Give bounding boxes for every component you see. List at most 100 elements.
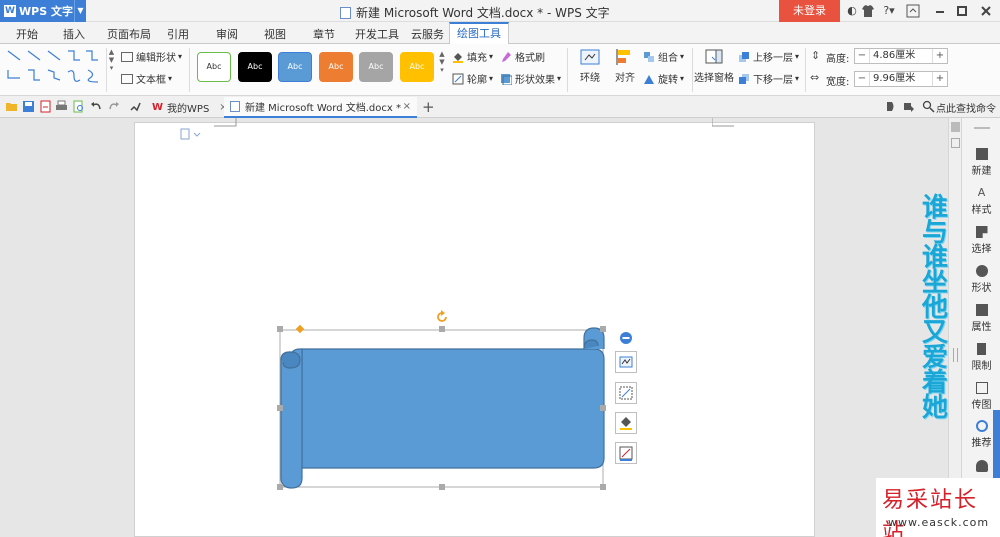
outline-button[interactable]: 轮廓 ▾	[452, 71, 493, 86]
rotate-button[interactable]: 旋转 ▾	[643, 71, 684, 86]
scroll-thumb[interactable]	[951, 138, 960, 148]
layout-options-button[interactable]	[615, 351, 637, 373]
restore-ribbon-icon[interactable]	[905, 3, 921, 19]
width-increase-button[interactable]: +	[933, 72, 947, 86]
fill-button[interactable]: 填充 ▾	[452, 49, 493, 64]
format-brush-button[interactable]: 格式刷	[500, 49, 545, 64]
shirt-icon[interactable]	[860, 3, 876, 19]
edit-shape-button[interactable]: 编辑形状 ▾	[121, 49, 182, 64]
shape-style-swatch[interactable]: Abc	[319, 52, 353, 82]
align-button[interactable]: 对齐	[610, 48, 640, 84]
edit-shape-float-button[interactable]	[615, 382, 637, 404]
style-gallery-scroll[interactable]: ▲ ▼ ▾	[438, 50, 446, 84]
width-decrease-button[interactable]: −	[855, 72, 869, 86]
side-item-properties[interactable]: 属性	[962, 304, 1000, 333]
textbox-button[interactable]: 文本框 ▾	[121, 71, 172, 86]
side-item-restrict[interactable]: 限制	[962, 343, 1000, 372]
line-shapes-icon	[7, 50, 99, 83]
save-icon[interactable]	[22, 100, 35, 113]
tab-review[interactable]: 审阅	[216, 26, 238, 42]
resize-handle[interactable]	[600, 484, 606, 490]
outline-label: 轮廓	[467, 75, 487, 86]
line-shapes-gallery[interactable]	[6, 48, 104, 88]
print-icon[interactable]	[55, 100, 68, 113]
resize-handle[interactable]	[277, 326, 283, 332]
resize-handle[interactable]	[277, 405, 283, 411]
group-button[interactable]: 组合 ▾	[643, 49, 684, 64]
resize-handle[interactable]	[600, 405, 606, 411]
tab-drawing-tools[interactable]: 绘图工具	[449, 22, 509, 45]
find-command-input[interactable]: 点此查找命令	[936, 100, 996, 115]
collapse-icon[interactable]	[619, 331, 633, 345]
close-icon[interactable]: ×	[403, 101, 411, 112]
resize-handle[interactable]	[439, 484, 445, 490]
minimize-icon[interactable]	[932, 3, 948, 19]
width-stepper[interactable]: − 9.96厘米 +	[854, 71, 948, 87]
side-item-new[interactable]: 新建	[962, 148, 1000, 177]
doc-mode-icon[interactable]	[884, 100, 897, 113]
page-corner-mark	[214, 118, 237, 127]
help-button[interactable]: ?▾	[879, 3, 899, 19]
search-icon[interactable]	[922, 100, 935, 113]
fill-float-button[interactable]	[615, 412, 637, 434]
swatch-label: Abc	[247, 62, 263, 71]
undo-icon[interactable]	[90, 100, 103, 113]
pin-icon[interactable]	[128, 100, 141, 113]
new-tab-button[interactable]: +	[422, 98, 435, 116]
tab-references[interactable]: 引用	[167, 26, 189, 42]
scroll-up-button[interactable]	[951, 122, 960, 132]
bring-forward-button[interactable]: 上移一层 ▾	[738, 49, 799, 64]
gallery-scroll[interactable]: ▲ ▼ ▾	[106, 48, 116, 92]
resize-handle[interactable]	[439, 326, 445, 332]
maximize-icon[interactable]	[954, 3, 970, 19]
chevron-down-icon[interactable]: ▼	[74, 0, 86, 22]
doc-tab-document[interactable]: 新建 Microsoft Word 文档.docx * ×	[224, 97, 417, 118]
side-panel-collapse[interactable]	[962, 124, 1000, 132]
wrap-button[interactable]: 环绕	[575, 48, 605, 84]
redo-icon[interactable]	[107, 100, 120, 113]
side-item-upload-image[interactable]: 传图	[962, 382, 1000, 411]
shape-style-swatch[interactable]: Abc	[197, 52, 231, 82]
rotate-handle-icon[interactable]	[435, 310, 449, 324]
height-stepper[interactable]: − 4.86厘米 +	[854, 48, 948, 64]
tab-page-layout[interactable]: 页面布局	[107, 26, 151, 42]
doc-tab-my-wps[interactable]: W 我的WPS ×	[146, 97, 234, 118]
resize-handle[interactable]	[277, 484, 283, 490]
tab-developer[interactable]: 开发工具	[355, 26, 399, 42]
height-decrease-button[interactable]: −	[855, 49, 869, 63]
scroll-shape[interactable]	[276, 310, 612, 494]
shape-style-swatch[interactable]: Abc	[278, 52, 312, 82]
tab-section[interactable]: 章节	[313, 26, 335, 42]
export-pdf-icon[interactable]	[39, 100, 52, 113]
side-item-shapes[interactable]: 形状	[962, 265, 1000, 294]
side-item-select[interactable]: 选择	[962, 226, 1000, 255]
print-preview-icon[interactable]	[72, 100, 85, 113]
shape-style-swatch[interactable]: Abc	[400, 52, 434, 82]
side-panel-expand-tab[interactable]	[993, 410, 1000, 482]
shape-style-swatch[interactable]: Abc	[359, 52, 393, 82]
tab-view[interactable]: 视图	[264, 26, 286, 42]
skin-icon[interactable]: ◐	[844, 3, 860, 19]
scroll-grip[interactable]	[953, 348, 958, 362]
login-button[interactable]: 未登录	[779, 0, 840, 22]
send-backward-button[interactable]: 下移一层 ▾	[738, 71, 799, 86]
open-folder-icon[interactable]	[5, 100, 18, 113]
tab-insert[interactable]: 插入	[63, 26, 85, 42]
resize-handle[interactable]	[600, 326, 606, 332]
tab-home[interactable]: 开始	[16, 26, 38, 42]
close-icon[interactable]	[978, 3, 994, 19]
side-item-styles[interactable]: A 样式	[962, 187, 1000, 217]
height-input[interactable]: 4.86厘米	[869, 49, 933, 63]
select-pane-button[interactable]: 选择窗格	[694, 48, 734, 84]
paragraph-layout-icon[interactable]	[180, 128, 202, 140]
height-increase-button[interactable]: +	[933, 49, 947, 63]
side-item-label: 传图	[971, 400, 992, 411]
share-icon[interactable]	[902, 100, 915, 113]
tab-cloud[interactable]: 云服务	[411, 26, 444, 42]
shape-effect-button[interactable]: 形状效果 ▾	[500, 71, 561, 86]
outline-float-button[interactable]	[615, 442, 637, 464]
select-pane-icon	[705, 49, 723, 64]
shape-style-swatch[interactable]: Abc	[238, 52, 272, 82]
app-menu-button[interactable]: W WPS 文字 ▼	[0, 0, 86, 22]
width-input[interactable]: 9.96厘米	[869, 72, 933, 86]
